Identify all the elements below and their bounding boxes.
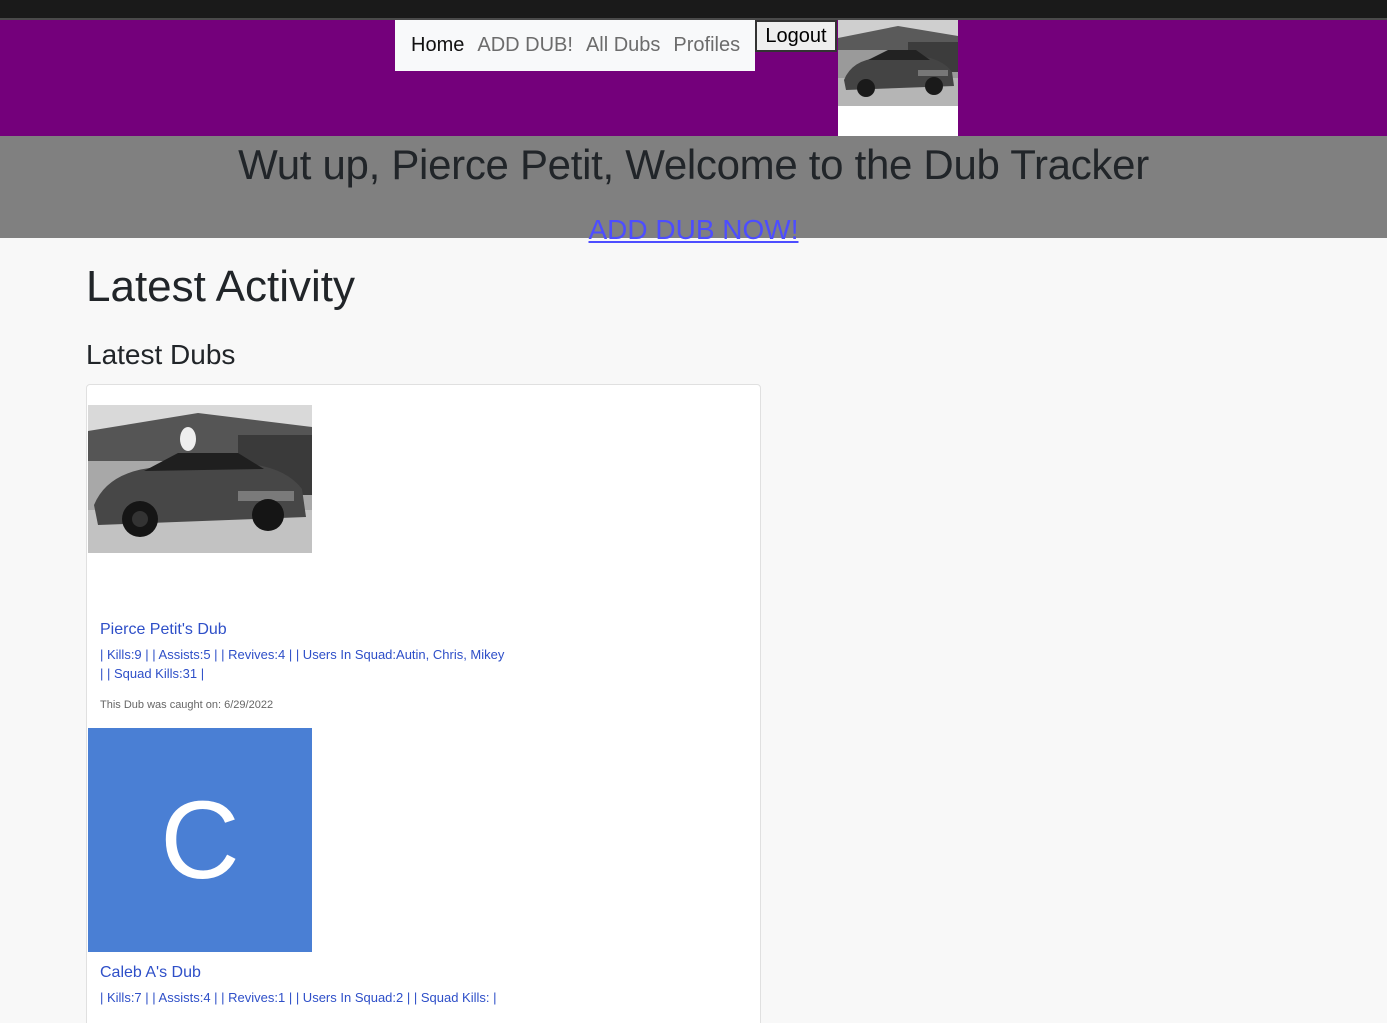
nav-add-dub[interactable]: ADD DUB! xyxy=(477,34,573,57)
dub-stats: | Kills:7 | | Assists:4 | | Revives:1 | … xyxy=(100,988,530,1007)
add-dub-now-link[interactable]: ADD DUB NOW! xyxy=(589,214,799,246)
nav-profiles[interactable]: Profiles xyxy=(673,34,740,57)
dub-image xyxy=(88,405,312,553)
user-avatar[interactable] xyxy=(838,20,958,136)
dub-stats: | Kills:9 | | Assists:5 | | Revives:4 | … xyxy=(100,645,530,683)
browser-top-strip xyxy=(0,0,1387,20)
car-photo-icon xyxy=(88,405,312,553)
page-title: Latest Activity xyxy=(86,262,356,311)
dub-stats-line: | Kills:7 | | Assists:4 | | Revives:1 | … xyxy=(100,990,497,1005)
main-nav: Home ADD DUB! All Dubs Profiles xyxy=(395,20,755,71)
dubs-card: Pierce Petit's Dub | Kills:9 | | Assists… xyxy=(86,384,761,1023)
nav-home[interactable]: Home xyxy=(411,34,464,57)
dub-date: This Dub was caught on: 6/29/2022 xyxy=(100,699,274,711)
letter-avatar: C xyxy=(88,728,312,952)
dub-stats-line: | | Squad Kills:31 | xyxy=(100,666,205,681)
logout-button[interactable]: Logout xyxy=(755,20,837,52)
dub-title-link[interactable]: Caleb A's Dub xyxy=(100,964,201,982)
welcome-heading: Wut up, Pierce Petit, Welcome to the Dub… xyxy=(238,141,1149,188)
welcome-banner: Wut up, Pierce Petit, Welcome to the Dub… xyxy=(0,136,1387,245)
nav-all-dubs[interactable]: All Dubs xyxy=(586,34,660,57)
avatar-letter: C xyxy=(160,778,240,902)
dub-stats-line: | Kills:9 | | Assists:5 | | Revives:4 | … xyxy=(100,647,505,662)
dub-title-link[interactable]: Pierce Petit's Dub xyxy=(100,621,227,639)
car-photo-icon xyxy=(838,20,958,106)
section-title: Latest Dubs xyxy=(86,339,236,370)
